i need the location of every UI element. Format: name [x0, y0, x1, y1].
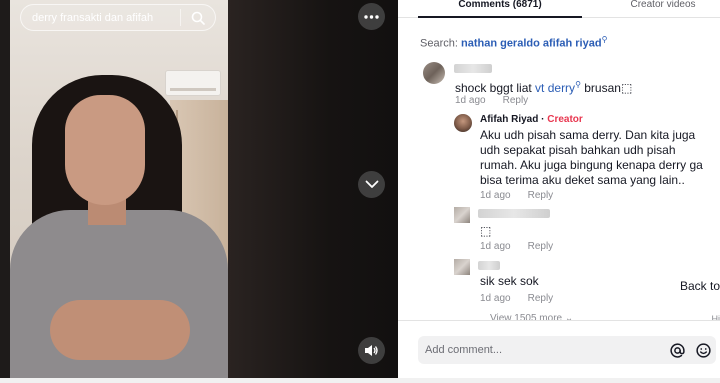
volume-icon: [365, 345, 378, 356]
avatar[interactable]: [454, 259, 470, 275]
emoji-button[interactable]: [690, 336, 716, 364]
creator-name[interactable]: Afifah Riyad · Creator: [480, 114, 583, 125]
reply-button[interactable]: Reply: [528, 293, 554, 304]
comment-text: shock bggt liat vt derry⚲ brusan⬚: [455, 80, 633, 95]
tab-comments[interactable]: Comments (6871): [418, 0, 582, 18]
reply-meta: 1d ago Reply: [480, 241, 553, 252]
reply-button[interactable]: Reply: [528, 241, 554, 252]
more-horizontal-icon: [364, 14, 379, 19]
search-button[interactable]: [181, 4, 215, 31]
comment-time: 1d ago: [455, 95, 486, 106]
comment-composer: [418, 336, 716, 364]
air-conditioner: [165, 70, 221, 96]
reply-meta: 1d ago Reply: [480, 190, 553, 201]
comment-meta: 1d ago Reply: [455, 95, 528, 106]
video-frame: [10, 0, 228, 378]
tab-bar: Comments (6871) Creator videos: [398, 0, 720, 18]
reply-button[interactable]: Reply: [503, 95, 529, 106]
tab-creator-videos[interactable]: Creator videos: [598, 0, 720, 18]
window-bottom-edge: [0, 378, 720, 383]
mention-button[interactable]: [664, 336, 690, 364]
comment-link[interactable]: vt derry: [535, 81, 575, 95]
comments-panel: Comments (6871) Creator videos Search: n…: [398, 0, 720, 383]
person-arm: [50, 300, 190, 360]
reply-time: 1d ago: [480, 190, 511, 201]
more-options-button[interactable]: [358, 3, 385, 30]
search-icon: [191, 11, 205, 25]
person-face: [65, 95, 145, 205]
comment-composer-bar: [398, 320, 720, 383]
creator-avatar[interactable]: [454, 114, 472, 132]
video-search-box[interactable]: derry fransakti dan afifah: [20, 4, 216, 31]
search-prefix: Search:: [420, 37, 458, 50]
creator-badge: Creator: [547, 114, 583, 125]
video-player[interactable]: derry fransakti dan afifah: [0, 0, 398, 378]
reply-meta: 1d ago Reply: [480, 293, 553, 304]
search-icon: ⚲: [601, 35, 608, 44]
reply-text: ⬚: [480, 224, 492, 238]
video-search-input[interactable]: derry fransakti dan afifah: [21, 12, 180, 24]
reply-time: 1d ago: [480, 241, 511, 252]
reply-button[interactable]: Reply: [528, 190, 554, 201]
back-to-top-button[interactable]: Back to: [680, 279, 720, 293]
search-query-link[interactable]: nathan geraldo afifah riyad: [461, 38, 602, 50]
reply-time: 1d ago: [480, 293, 511, 304]
username-blurred[interactable]: [478, 261, 500, 270]
username-blurred[interactable]: [454, 64, 492, 73]
avatar[interactable]: [423, 62, 445, 84]
comment-input[interactable]: [418, 344, 664, 356]
reply-text: sik sek sok: [480, 274, 539, 288]
avatar[interactable]: [454, 207, 470, 223]
at-sign-icon: [669, 342, 685, 358]
reply-text: Aku udh pisah sama derry. Dan kita juga …: [480, 128, 703, 187]
volume-button[interactable]: [358, 337, 385, 364]
chevron-down-icon: [365, 180, 378, 188]
next-video-button[interactable]: [358, 171, 385, 198]
emoji-icon: [695, 342, 711, 358]
username-blurred[interactable]: [478, 209, 550, 218]
comment-search-suggestion[interactable]: Search: nathan geraldo afifah riyad⚲: [420, 35, 607, 50]
